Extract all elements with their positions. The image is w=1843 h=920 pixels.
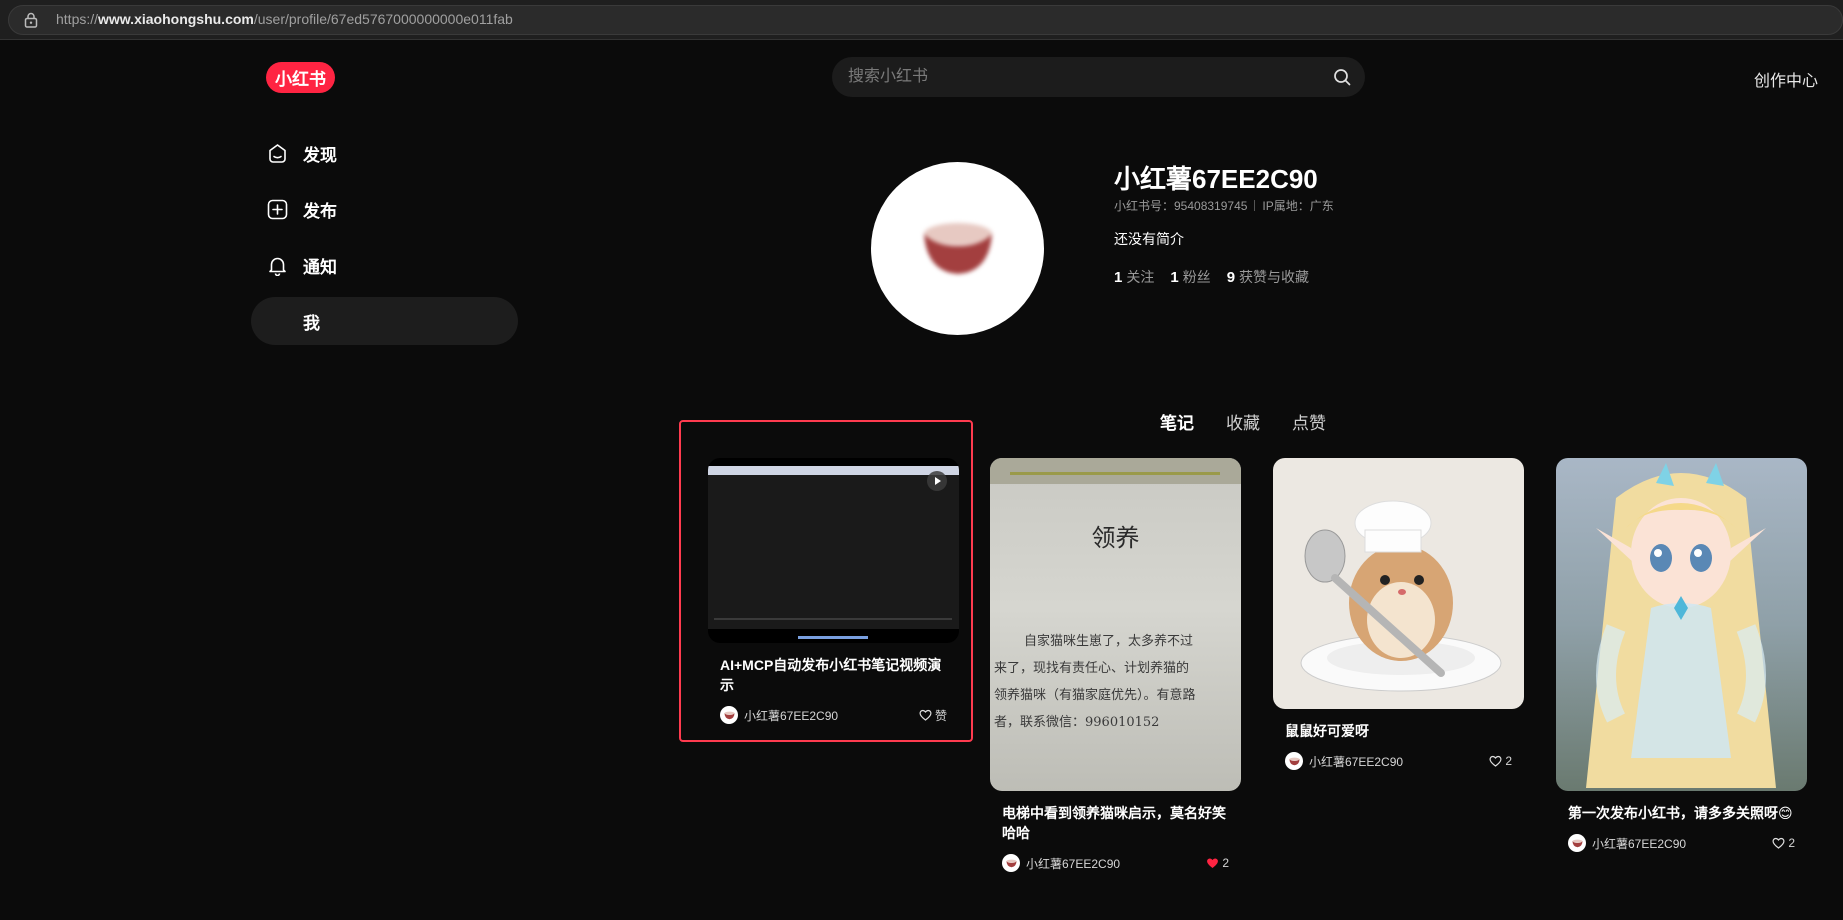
bowl-avatar-icon: [1005, 859, 1017, 867]
note-footer: 小红薯67EE2C90 赞: [720, 705, 947, 725]
like-button[interactable]: 2: [1206, 856, 1229, 870]
cover-line: 自家猫咪生崽了，太多养不过: [1024, 634, 1194, 649]
play-icon[interactable]: [927, 471, 947, 491]
paper-top-band: [990, 458, 1241, 484]
note-card[interactable]: AI+MCP自动发布小红书笔记视频演示 小红薯67EE2C90 赞: [708, 458, 959, 725]
note-card[interactable]: 领养 自家猫咪生崽了，太多养不过 来了，现找有责任心、计划养猫的 领养猫咪（有猫…: [990, 458, 1241, 873]
url-prefix: https://: [56, 11, 99, 27]
bowl-avatar-icon: [723, 711, 735, 719]
heart-outline-icon: [1489, 755, 1502, 767]
stat-label: 关注: [1126, 269, 1155, 285]
search-input[interactable]: [848, 57, 1328, 97]
video-frame: [708, 475, 959, 629]
note-title[interactable]: 电梯中看到领养猫咪启示，莫名好笑哈哈: [1002, 803, 1229, 843]
note-title[interactable]: 第一次发布小红书，请多多关照呀😊: [1568, 803, 1795, 823]
ip-location: IP属地：广东: [1262, 199, 1334, 213]
sidebar-item-label: 发布: [303, 201, 337, 221]
lock-icon: [24, 12, 38, 28]
note-cover-image[interactable]: [1556, 458, 1807, 791]
sidebar-item-label: 发现: [303, 145, 337, 165]
profile-avatar: [871, 162, 1044, 335]
heart-outline-icon: [919, 709, 932, 721]
profile-meta: 小红书号：95408319745 IP属地：广东: [1114, 197, 1334, 214]
like-count: 2: [1788, 836, 1795, 850]
sidebar-item-discover[interactable]: 发现: [251, 129, 518, 177]
note-footer: 小红薯67EE2C90 2: [1002, 853, 1229, 873]
profile-bio: 还没有简介: [1114, 231, 1184, 247]
like-button[interactable]: 2: [1772, 836, 1795, 850]
url-domain: www.xiaohongshu.com: [98, 11, 254, 27]
video-taskbar: [798, 636, 868, 639]
like-count: 2: [1222, 856, 1229, 870]
stat-label: 获赞与收藏: [1239, 269, 1310, 285]
note-cover-video[interactable]: [708, 458, 959, 643]
profile-tabs: 笔记 收藏 点赞: [1160, 409, 1358, 434]
url-text[interactable]: https://www.xiaohongshu.com/user/profile…: [56, 11, 513, 27]
tab-collections[interactable]: 收藏: [1226, 409, 1260, 434]
like-count: 2: [1505, 754, 1512, 768]
publish-icon: [267, 199, 288, 220]
profile-stats: 1 关注 1 粉丝 9 获赞与收藏: [1114, 267, 1325, 287]
note-footer: 小红薯67EE2C90 2: [1285, 751, 1512, 771]
stat-likes-collects[interactable]: 9 获赞与收藏: [1227, 267, 1309, 287]
tab-liked[interactable]: 点赞: [1292, 409, 1326, 434]
red-id: 小红书号：95408319745: [1114, 199, 1248, 213]
bowl-avatar-icon: [923, 222, 992, 274]
stat-following[interactable]: 1 关注: [1114, 267, 1154, 287]
author-name[interactable]: 小红薯67EE2C90: [1592, 835, 1772, 852]
heart-outline-icon: [1772, 837, 1785, 849]
elf-figurine-illustration: [1586, 463, 1776, 788]
note-card[interactable]: 鼠鼠好可爱呀 小红薯67EE2C90 2: [1273, 458, 1524, 771]
author-name[interactable]: 小红薯67EE2C90: [1026, 855, 1206, 872]
heart-filled-icon: [1207, 858, 1219, 868]
bowl-avatar-icon: [1288, 757, 1300, 765]
cover-line: 领养猫咪（有猫家庭优先）。有意路: [994, 688, 1196, 703]
author-name[interactable]: 小红薯67EE2C90: [744, 707, 919, 724]
like-button[interactable]: 2: [1489, 754, 1512, 768]
sidebar-item-label: 我: [303, 313, 320, 333]
search-icon[interactable]: [1333, 68, 1351, 86]
bowl-avatar-icon: [1571, 839, 1583, 847]
search-bar[interactable]: [832, 57, 1365, 97]
note-title[interactable]: AI+MCP自动发布小红书笔记视频演示: [720, 655, 947, 695]
video-frame-line: [714, 618, 952, 620]
creator-center-link[interactable]: 创作中心: [1754, 67, 1818, 91]
note-footer: 小红薯67EE2C90 2: [1568, 833, 1795, 853]
note-cover-image[interactable]: [1273, 458, 1524, 709]
xiaohongshu-logo[interactable]: 小红书: [266, 62, 335, 93]
stat-followers[interactable]: 1 粉丝: [1170, 267, 1210, 287]
stat-number: 1: [1114, 269, 1123, 286]
cover-line: 者，联系微信：996010152: [994, 715, 1160, 730]
url-path: /user/profile/67ed5767000000000e011fab: [253, 11, 513, 27]
sidebar-item-me[interactable]: 我: [251, 297, 518, 345]
like-button[interactable]: 赞: [919, 707, 947, 724]
author-avatar[interactable]: [1002, 854, 1020, 872]
meta-divider: [1254, 200, 1256, 211]
video-browser-strip: [708, 466, 959, 475]
author-avatar[interactable]: [1568, 834, 1586, 852]
tab-notes[interactable]: 笔记: [1160, 409, 1194, 434]
author-avatar[interactable]: [1285, 752, 1303, 770]
sidebar-item-notifications[interactable]: 通知: [251, 241, 518, 289]
note-card[interactable]: 第一次发布小红书，请多多关照呀😊 小红薯67EE2C90 2: [1556, 458, 1807, 853]
note-cover-image[interactable]: 领养 自家猫咪生崽了，太多养不过 来了，现找有责任心、计划养猫的 领养猫咪（有猫…: [990, 458, 1241, 791]
cover-text: 自家猫咪生崽了，太多养不过 来了，现找有责任心、计划养猫的 领养猫咪（有猫家庭优…: [994, 628, 1237, 736]
cover-heading: 领养: [1091, 524, 1140, 552]
stat-number: 9: [1226, 269, 1236, 286]
note-title[interactable]: 鼠鼠好可爱呀: [1285, 721, 1512, 741]
browser-address-bar[interactable]: https://www.xiaohongshu.com/user/profile…: [0, 0, 1843, 40]
like-count: 赞: [934, 708, 947, 723]
stat-label: 粉丝: [1182, 269, 1211, 285]
discover-icon: [269, 144, 286, 163]
author-avatar[interactable]: [720, 706, 738, 724]
cover-line: 来了，现找有责任心、计划养猫的: [994, 661, 1190, 676]
profile-nickname: 小红薯67EE2C90: [1114, 164, 1318, 194]
stat-number: 1: [1170, 269, 1179, 286]
paper-top-stripe: [1010, 472, 1220, 475]
author-name[interactable]: 小红薯67EE2C90: [1309, 753, 1489, 770]
hamster-illustration: [1300, 500, 1502, 692]
bell-icon: [269, 257, 286, 276]
sidebar-item-publish[interactable]: 发布: [251, 185, 518, 233]
sidebar-item-label: 通知: [303, 257, 337, 277]
